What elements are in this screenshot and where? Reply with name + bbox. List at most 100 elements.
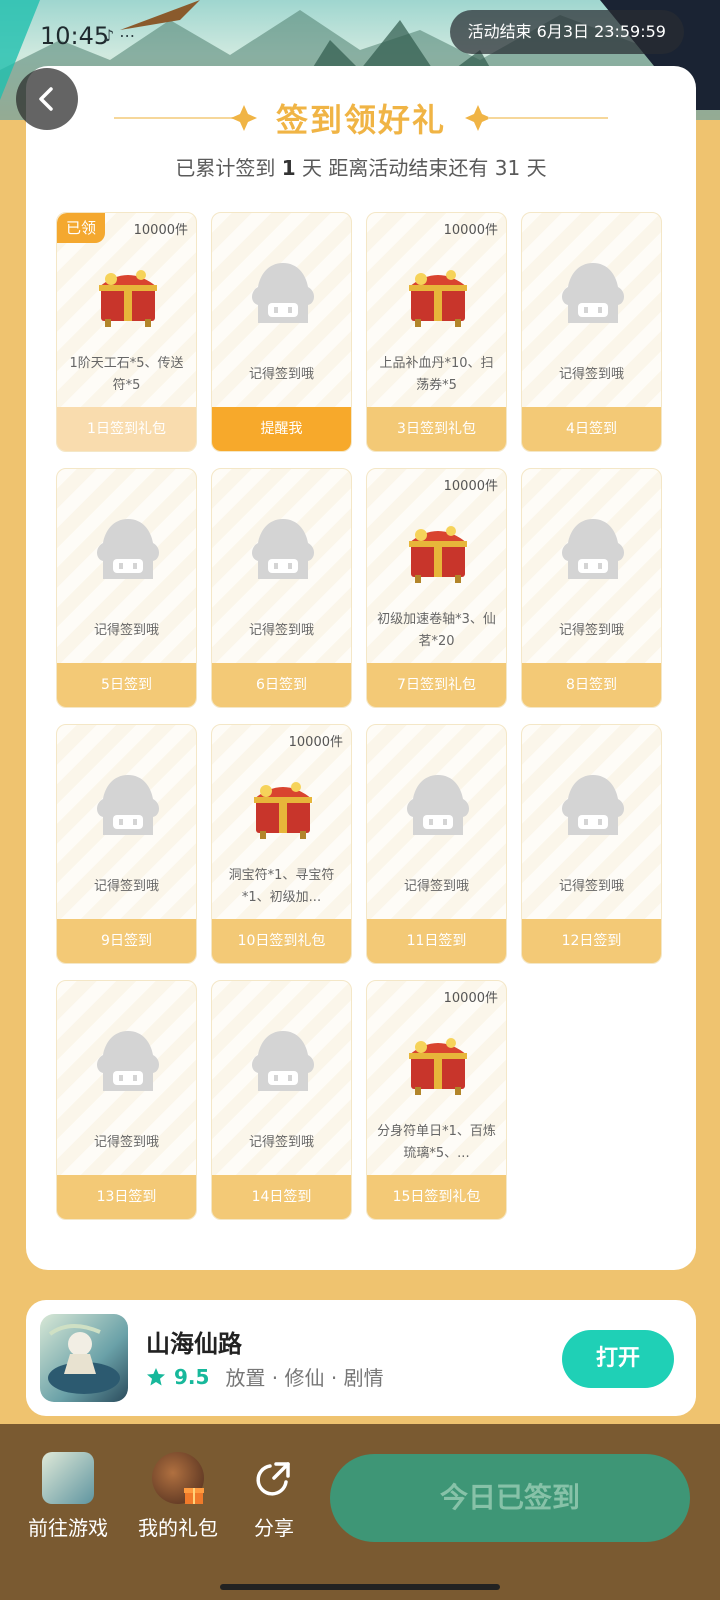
share-label: 分享 — [254, 1516, 294, 1540]
day-description: 记得签到哦 — [248, 367, 314, 382]
day-checkin-button[interactable]: 11日签到 — [367, 919, 506, 963]
placeholder-avatar-icon — [91, 513, 165, 587]
day-description: 记得签到哦 — [403, 879, 469, 894]
day-checkin-button[interactable]: 14日签到 — [212, 1175, 351, 1219]
remind-me-button[interactable]: 提醒我 — [212, 407, 351, 451]
day-checkin-button[interactable]: 5日签到 — [57, 663, 196, 707]
day-checkin-button[interactable]: 10日签到礼包 — [212, 919, 351, 963]
gift-quantity: 10000件 — [288, 735, 343, 750]
day-description: 上品补血丹*10、扫荡券*5 — [379, 356, 494, 393]
summary-prefix: 已累计签到 — [175, 156, 276, 180]
day-card[interactable]: 10000件洞宝符*1、寻宝符*1、初级加... 10日签到礼包 — [211, 724, 352, 964]
day-description: 记得签到哦 — [558, 879, 624, 894]
day-checkin-button[interactable]: 1日签到礼包 — [57, 407, 196, 451]
game-app-icon[interactable] — [40, 1314, 128, 1402]
claimed-badge: 已领 — [57, 213, 105, 243]
summary-suffix: 天 — [526, 156, 547, 180]
placeholder-avatar-icon — [556, 513, 630, 587]
day-checkin-button[interactable]: 7日签到礼包 — [367, 663, 506, 707]
day-description: 记得签到哦 — [248, 1135, 314, 1150]
back-button[interactable] — [16, 68, 78, 130]
game-meta: 9.5 放置 · 修仙 · 剧情 — [146, 1362, 384, 1391]
day-checkin-button[interactable]: 15日签到礼包 — [367, 1175, 506, 1219]
share-icon — [248, 1452, 300, 1504]
go-to-game-label: 前往游戏 — [28, 1516, 108, 1540]
day-description: 记得签到哦 — [248, 623, 314, 638]
day-description: 初级加速卷轴*3、仙茗*20 — [377, 612, 496, 649]
right-sparkle-icon — [465, 105, 608, 131]
my-gifts-label: 我的礼包 — [138, 1516, 218, 1540]
placeholder-avatar-icon — [91, 769, 165, 843]
day-checkin-button[interactable]: 8日签到 — [522, 663, 661, 707]
treasure-chest-icon — [246, 769, 320, 843]
day-card[interactable]: 记得签到哦 9日签到 — [56, 724, 197, 964]
activity-end-pill: 活动结束 6月3日 23:59:59 — [449, 10, 684, 54]
day-description: 记得签到哦 — [93, 623, 159, 638]
day-card[interactable]: 记得签到哦 提醒我 — [211, 212, 352, 452]
summary-mid: 天 距离活动结束还有 — [302, 156, 489, 180]
day-card[interactable]: 已领 10000件 1阶天工石*5、传送符*5 1日签到礼包 — [56, 212, 197, 452]
whale-figure-icon — [48, 1324, 120, 1394]
gift-quantity: 10000件 — [443, 991, 498, 1006]
status-bar: 10:45 ♪ ⋯ 活动结束 6月3日 23:59:59 — [0, 0, 720, 70]
game-icon — [42, 1452, 94, 1504]
placeholder-avatar-icon — [246, 1025, 320, 1099]
game-rating: 9.5 — [174, 1364, 210, 1389]
day-description: 洞宝符*1、寻宝符*1、初级加... — [228, 868, 335, 905]
placeholder-avatar-icon — [91, 1025, 165, 1099]
placeholder-avatar-icon — [556, 257, 630, 331]
day-checkin-button[interactable]: 3日签到礼包 — [367, 407, 506, 451]
gift-icon — [152, 1452, 204, 1504]
left-sparkle-icon — [113, 105, 257, 131]
my-gifts-button[interactable]: 我的礼包 — [138, 1452, 218, 1541]
day-checkin-button[interactable]: 9日签到 — [57, 919, 196, 963]
signed-today-button[interactable]: 今日已签到 — [330, 1454, 690, 1542]
remaining-days-count: 31 — [494, 156, 521, 180]
day-description: 记得签到哦 — [93, 1135, 159, 1150]
notification-icons: ♪ ⋯ — [104, 26, 136, 45]
day-card[interactable]: 记得签到哦 6日签到 — [211, 468, 352, 708]
day-card[interactable]: 记得签到哦 5日签到 — [56, 468, 197, 708]
day-card[interactable]: 记得签到哦 8日签到 — [521, 468, 662, 708]
day-card[interactable]: 记得签到哦 14日签到 — [211, 980, 352, 1220]
day-card[interactable]: 记得签到哦 13日签到 — [56, 980, 197, 1220]
placeholder-avatar-icon — [401, 769, 475, 843]
page-title: 签到领好礼 — [275, 101, 446, 139]
placeholder-avatar-icon — [246, 513, 320, 587]
checkin-summary: 已累计签到 1 天 距离活动结束还有 31 天 — [26, 152, 696, 181]
open-game-button[interactable]: 打开 — [562, 1330, 674, 1388]
day-card[interactable]: 记得签到哦 12日签到 — [521, 724, 662, 964]
status-time: 10:45 — [40, 22, 110, 50]
day-card[interactable]: 10000件 上品补血丹*10、扫荡券*5 3日签到礼包 — [366, 212, 507, 452]
game-tags: 放置 · 修仙 · 剧情 — [225, 1366, 384, 1390]
gift-quantity: 10000件 — [443, 479, 498, 494]
treasure-chest-icon — [91, 257, 165, 331]
day-checkin-button[interactable]: 4日签到 — [522, 407, 661, 451]
placeholder-avatar-icon — [246, 257, 320, 331]
day-grid: 已领 10000件 1阶天工石*5、传送符*5 1日签到礼包 记得签到哦 提醒我 10000… — [56, 212, 662, 1220]
day-checkin-button[interactable]: 12日签到 — [522, 919, 661, 963]
go-to-game-button[interactable]: 前往游戏 — [28, 1452, 108, 1541]
day-description: 记得签到哦 — [93, 879, 159, 894]
signed-days-count: 1 — [281, 156, 296, 180]
day-description: 记得签到哦 — [558, 367, 624, 382]
day-checkin-button[interactable]: 6日签到 — [212, 663, 351, 707]
treasure-chest-icon — [401, 513, 475, 587]
game-card[interactable]: 山海仙路 9.5 放置 · 修仙 · 剧情 打开 — [26, 1300, 696, 1416]
gift-quantity: 10000件 — [133, 223, 188, 238]
day-description: 1阶天工石*5、传送符*5 — [69, 356, 184, 393]
home-indicator[interactable] — [220, 1584, 500, 1590]
day-description: 分身符单日*1、百炼琉璃*5、... — [377, 1124, 496, 1161]
treasure-chest-icon — [401, 1025, 475, 1099]
day-checkin-button[interactable]: 13日签到 — [57, 1175, 196, 1219]
share-button[interactable]: 分享 — [248, 1452, 300, 1541]
title-row: 签到领好礼 — [26, 96, 696, 140]
day-card[interactable]: 记得签到哦 4日签到 — [521, 212, 662, 452]
chevron-left-icon — [39, 87, 53, 111]
day-card[interactable]: 10000件分身符单日*1、百炼琉璃*5、... 15日签到礼包 — [366, 980, 507, 1220]
gift-box-icon — [184, 1488, 204, 1504]
star-icon — [147, 1367, 165, 1385]
placeholder-avatar-icon — [556, 769, 630, 843]
day-card[interactable]: 10000件初级加速卷轴*3、仙茗*20 7日签到礼包 — [366, 468, 507, 708]
day-card[interactable]: 记得签到哦 11日签到 — [366, 724, 507, 964]
